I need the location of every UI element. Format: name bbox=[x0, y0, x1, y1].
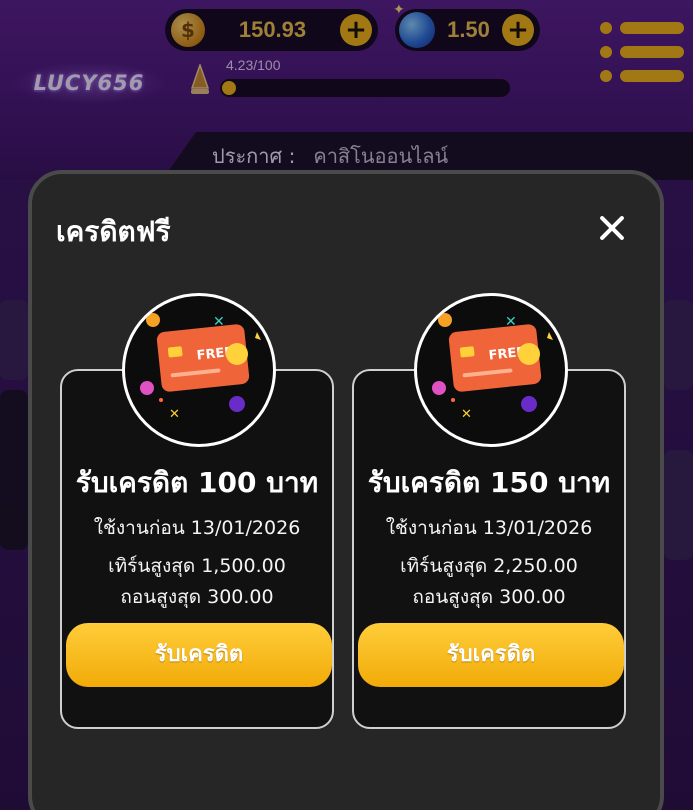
card-max-withdraw: ถอนสูงสุด 300.00 bbox=[120, 586, 274, 608]
card-max-turnover: เทิร์นสูงสุด 1,500.00 bbox=[108, 555, 286, 577]
free-credit-card-icon: ✕ FREE ✕ bbox=[122, 293, 276, 447]
claim-credit-button[interactable]: รับเครดิต bbox=[66, 623, 332, 687]
card-title: รับเครดิต 150 บาท bbox=[367, 466, 611, 499]
close-icon[interactable] bbox=[594, 210, 630, 246]
svg-text:✕: ✕ bbox=[169, 407, 180, 422]
credit-card-100: ✕ FREE ✕ รับเครดิต 100 บาท ใช้งานก่อน 13… bbox=[60, 293, 334, 729]
free-credit-modal: เครดิตฟรี ✕ FREE ✕ รับเครดิต 100 บาท ใช้… bbox=[28, 170, 664, 810]
card-max-turnover: เทิร์นสูงสุด 2,250.00 bbox=[400, 555, 578, 577]
card-use-before: ใช้งานก่อน 13/01/2026 bbox=[93, 517, 301, 539]
card-use-before: ใช้งานก่อน 13/01/2026 bbox=[385, 517, 593, 539]
modal-title: เครดิตฟรี bbox=[56, 215, 171, 248]
svg-text:✕: ✕ bbox=[461, 407, 472, 422]
free-credit-card-icon: ✕ FREE ✕ bbox=[414, 293, 568, 447]
card-title: รับเครดิต 100 บาท bbox=[75, 466, 319, 499]
claim-credit-button[interactable]: รับเครดิต bbox=[358, 623, 624, 687]
card-max-withdraw: ถอนสูงสุด 300.00 bbox=[412, 586, 566, 608]
credit-card-150: ✕ FREE ✕ รับเครดิต 150 บาท ใช้งานก่อน 13… bbox=[352, 293, 626, 729]
